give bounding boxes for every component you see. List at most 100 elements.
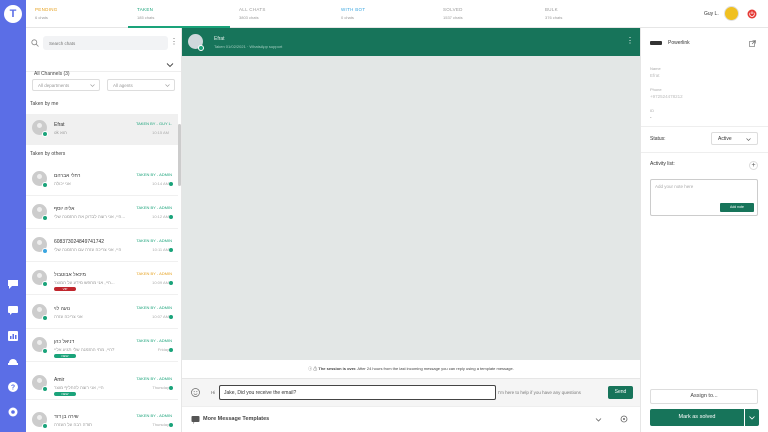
id-label: ID: [650, 108, 654, 113]
message-time: 10:14 AM: [152, 181, 169, 186]
chevron-down-icon: [90, 84, 95, 87]
assign-button[interactable]: Assign to...: [650, 389, 758, 404]
svg-text:?: ?: [11, 385, 15, 392]
template-variable-input[interactable]: Jake, Did you receive the email?: [219, 385, 496, 400]
list-item[interactable]: Efrat ok הוא TAKEN BY - GUY L. 10:15 AM: [26, 114, 178, 145]
external-link-icon[interactable]: [749, 40, 756, 47]
chevron-down-icon: [166, 63, 174, 68]
divider: [641, 152, 768, 153]
taken-by-tag: TAKEN BY - ADMIN: [136, 376, 172, 381]
taken-by-tag: TAKEN BY - ADMIN: [136, 205, 172, 210]
tab-label: ALL CHATS: [239, 7, 266, 12]
phone-label: Phone: [650, 87, 662, 92]
add-activity-button[interactable]: +: [749, 161, 758, 170]
bot-icon[interactable]: [7, 355, 19, 367]
activity-label: Activity list:: [650, 161, 675, 167]
status-select[interactable]: Active: [711, 132, 758, 145]
tab-with-bot[interactable]: WITH BOT 0 chats: [332, 0, 434, 28]
tab-count: 3803 chats: [239, 15, 259, 20]
message-icon[interactable]: [7, 304, 19, 316]
agents-select[interactable]: All agents: [107, 79, 175, 91]
unread-dot: [169, 248, 173, 252]
list-item[interactable]: 608373024849741742 היי, אני צריכה עזרה ע…: [26, 231, 178, 262]
left-rail: T ?: [0, 0, 26, 432]
avatar[interactable]: [724, 6, 739, 21]
tab-taken[interactable]: TAKEN 185 chats: [128, 0, 230, 28]
last-message: היי, אני רוצה להחליף מוצר: [54, 385, 104, 390]
list-scrollbar[interactable]: [178, 124, 181, 186]
search-icon: [31, 39, 39, 47]
gear-icon[interactable]: [620, 415, 628, 423]
tab-pending[interactable]: PENDING 6 chats: [26, 0, 128, 28]
help-icon[interactable]: ?: [7, 381, 19, 393]
tab-bulk[interactable]: BULK 376 chats: [536, 0, 638, 28]
mark-solved-button[interactable]: Mark as solved: [650, 409, 744, 426]
power-icon[interactable]: [747, 9, 757, 19]
message-composer: Hi Jake, Did you receive the email? I'm …: [182, 378, 640, 406]
more-options-icon[interactable]: ⋮: [170, 38, 178, 46]
channels-dropdown[interactable]: All Channels (3): [26, 58, 181, 77]
chevron-down-icon[interactable]: [595, 416, 602, 423]
list-item[interactable]: Amir היי, אני רוצה להחליף מוצר TAKEN BY …: [26, 369, 178, 400]
status-tabs: PENDING 6 chats TAKEN 185 chats ALL CHAT…: [26, 0, 640, 28]
emoji-icon[interactable]: [191, 388, 200, 397]
whatsapp-icon: [42, 182, 48, 188]
settings-icon[interactable]: [7, 406, 19, 418]
app-logo[interactable]: T: [4, 5, 22, 23]
contact-name: אליה יוסף: [54, 206, 75, 212]
messenger-icon: [42, 248, 48, 254]
list-item[interactable]: רחלי אברהם אני יכולה TAKEN BY - ADMIN 10…: [26, 165, 178, 196]
send-button[interactable]: Send: [608, 386, 633, 399]
list-item[interactable]: נועה לוי אני צריכה עזרה TAKEN BY - ADMIN…: [26, 298, 178, 329]
list-item[interactable]: אליה יוסף היי, אני רוצה לבדוק את ההזמנה …: [26, 198, 178, 229]
chat-icon[interactable]: [7, 278, 19, 290]
tab-all-chats[interactable]: ALL CHATS 3803 chats: [230, 0, 332, 28]
message-time: 10:09 AM: [152, 280, 169, 285]
template-prefix: Hi: [211, 390, 216, 395]
whatsapp-icon: [42, 281, 48, 287]
agents-label: All agents: [113, 83, 133, 88]
user-name[interactable]: Guy L.: [704, 11, 719, 17]
section-taken-by-others: Taken by others: [30, 151, 66, 157]
tab-count: 1537 chats: [443, 15, 463, 20]
taken-by-tag: TAKEN BY - ADMIN: [136, 305, 172, 310]
unread-dot: [169, 281, 173, 285]
list-item[interactable]: דניאל כהן היי, מתי ההזמנה שלי תגיע אליי?…: [26, 331, 178, 362]
message-time: 10:12 AM: [152, 214, 169, 219]
taken-by-tag: TAKEN BY - ADMIN: [136, 172, 172, 177]
last-message: ok הוא: [54, 130, 67, 135]
last-message: אני יכולה: [54, 181, 71, 186]
departments-select[interactable]: All departments: [32, 79, 100, 91]
add-note-button[interactable]: Add note: [720, 203, 754, 212]
tab-count: 0 chats: [341, 15, 354, 20]
tab-solved[interactable]: SOLVED 1537 chats: [434, 0, 536, 28]
search-bar: [31, 36, 168, 50]
chat-subtitle: Taken 01/02/2021 · WhatsApp support: [214, 44, 283, 49]
contact-name: Amir: [54, 377, 65, 383]
user-header: Guy L.: [640, 0, 768, 28]
chat-menu-icon[interactable]: ⋮: [626, 37, 634, 45]
chat-label: NEW: [54, 392, 76, 396]
solve-options-dropdown[interactable]: [745, 409, 759, 426]
list-item[interactable]: שירה בן דוד תודה רבה על העזרה TAKEN BY -…: [26, 406, 178, 432]
chevron-down-icon: [165, 84, 170, 87]
search-input[interactable]: [43, 36, 168, 50]
tab-label: BULK: [545, 7, 558, 12]
last-message: אני צריכה עזרה: [54, 314, 83, 319]
unread-dot: [169, 315, 173, 319]
chat-label: VIP: [54, 287, 76, 291]
list-item[interactable]: מיכאל אבוטבול היי, אני מחפש מידע על המוצ…: [26, 264, 178, 295]
templates-bar[interactable]: More Message Templates: [182, 406, 640, 432]
message-time: Thursday: [152, 422, 169, 427]
filters-row: All departments All agents: [32, 79, 176, 91]
status-label: Status:: [650, 136, 666, 142]
tab-count: 376 chats: [545, 15, 563, 20]
contact-name: Efrat: [54, 122, 65, 128]
template-suffix: I'm here to help if you have any questio…: [498, 390, 581, 395]
taken-by-tag: TAKEN BY - ADMIN: [136, 413, 172, 418]
tab-label: TAKEN: [137, 7, 154, 12]
reports-icon[interactable]: [7, 330, 19, 342]
contact-name: רחלי אברהם: [54, 173, 81, 179]
taken-by-tag: TAKEN BY - ADMIN: [136, 338, 172, 343]
name-label: Name: [650, 66, 661, 71]
